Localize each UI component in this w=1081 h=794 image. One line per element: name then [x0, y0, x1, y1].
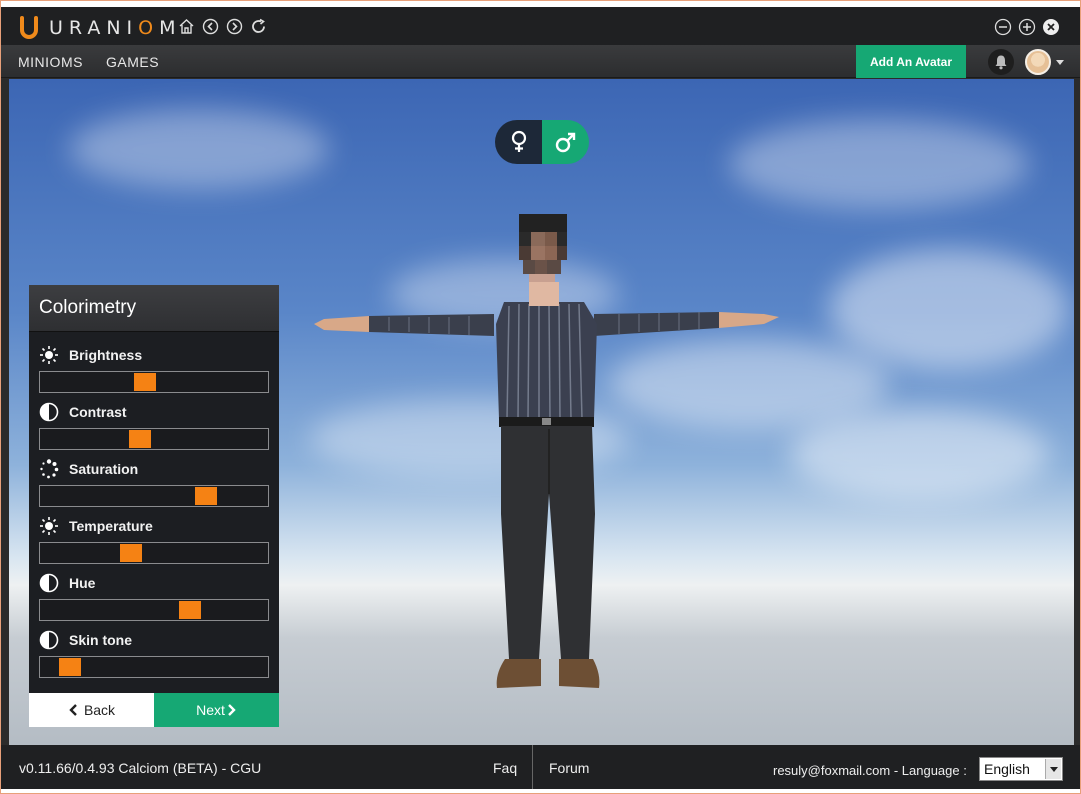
forum-link[interactable]: Forum: [549, 760, 589, 776]
contrast-label: Contrast: [69, 404, 127, 420]
slider-thumb[interactable]: [129, 430, 151, 448]
brightness-slider-group: Brightness: [39, 344, 269, 393]
close-icon[interactable]: [1042, 18, 1060, 36]
maximize-icon[interactable]: [1018, 18, 1036, 36]
divider: [532, 745, 533, 789]
brightness-label: Brightness: [69, 347, 143, 363]
contrast-icon: [39, 573, 59, 593]
panel-title: Colorimetry: [29, 285, 279, 332]
panel-footer: Back Next: [29, 693, 279, 727]
gender-toggle: [495, 120, 589, 164]
refresh-icon[interactable]: [250, 18, 267, 35]
menu-item-games[interactable]: GAMES: [106, 54, 159, 70]
saturation-slider-group: Saturation: [39, 458, 269, 507]
contrast-slider-group: Contrast: [39, 401, 269, 450]
slider-thumb[interactable]: [120, 544, 142, 562]
slider-thumb[interactable]: [59, 658, 81, 676]
skin-tone-label: Skin tone: [69, 632, 133, 648]
sun-icon: [39, 516, 59, 536]
window-controls: [994, 18, 1060, 36]
slider-thumb[interactable]: [134, 373, 156, 391]
user-avatar[interactable]: [1025, 49, 1051, 75]
saturation-dots-icon: [39, 459, 59, 479]
temperature-slider-group: Temperature: [39, 515, 269, 564]
back-button[interactable]: Back: [29, 693, 154, 727]
menu-bar: MINIOMS GAMES Add An Avatar: [1, 45, 1080, 78]
female-gender-button[interactable]: [495, 120, 542, 164]
chevron-down-icon[interactable]: [1056, 60, 1064, 65]
add-avatar-button[interactable]: Add An Avatar: [856, 45, 966, 78]
temperature-label: Temperature: [69, 518, 153, 534]
female-symbol-icon: [511, 130, 526, 152]
nav-icons: [178, 18, 267, 35]
forward-arrow-icon[interactable]: [226, 18, 243, 35]
next-button[interactable]: Next: [154, 693, 279, 727]
title-bar: URANIOM: [1, 1, 1080, 45]
app-window: URANIOM MINIOMS GAMES Add An Avatar Colo…: [0, 0, 1081, 794]
brightness-slider[interactable]: [39, 371, 269, 393]
language-select[interactable]: English: [979, 757, 1063, 781]
contrast-icon: [39, 630, 59, 650]
contrast-icon: [39, 402, 59, 422]
language-value: English: [984, 761, 1030, 777]
avatar-3d-model: [314, 214, 779, 688]
sun-icon: [39, 345, 59, 365]
slider-thumb[interactable]: [179, 601, 201, 619]
dropdown-arrow-icon[interactable]: [1045, 759, 1061, 779]
male-gender-button[interactable]: [542, 120, 589, 164]
slider-thumb[interactable]: [195, 487, 217, 505]
hue-slider[interactable]: [39, 599, 269, 621]
hue-label: Hue: [69, 575, 96, 591]
app-logo: URANIOM: [19, 16, 182, 40]
chevron-left-icon: [69, 704, 77, 716]
faq-link[interactable]: Faq: [493, 760, 517, 776]
saturation-slider[interactable]: [39, 485, 269, 507]
status-bar: v0.11.66/0.4.93 Calciom (BETA) - CGU Faq…: [1, 745, 1080, 789]
menu-item-minioms[interactable]: MINIOMS: [18, 54, 83, 70]
version-text[interactable]: v0.11.66/0.4.93 Calciom (BETA) - CGU: [19, 760, 261, 776]
contrast-slider[interactable]: [39, 428, 269, 450]
minimize-icon[interactable]: [994, 18, 1012, 36]
skin-tone-slider-group: Skin tone: [39, 629, 269, 678]
colorimetry-panel: Colorimetry Brightness Contrast Saturati…: [29, 285, 279, 727]
window-bottom-edge: [1, 789, 1080, 793]
back-arrow-icon[interactable]: [202, 18, 219, 35]
next-button-label: Next: [196, 702, 225, 718]
back-button-label: Back: [83, 702, 116, 718]
saturation-label: Saturation: [69, 461, 139, 477]
account-email-language-label: resuly@foxmail.com - Language :: [773, 763, 967, 778]
home-icon[interactable]: [178, 18, 195, 35]
chevron-right-icon: [228, 704, 236, 716]
male-symbol-icon: [555, 132, 575, 153]
hue-slider-group: Hue: [39, 572, 269, 621]
uraniom-logo-icon: [20, 16, 38, 39]
app-brand-name: URANIOM: [49, 17, 182, 39]
temperature-slider[interactable]: [39, 542, 269, 564]
notifications-bell-icon[interactable]: [988, 49, 1014, 75]
skin-tone-slider[interactable]: [39, 656, 269, 678]
